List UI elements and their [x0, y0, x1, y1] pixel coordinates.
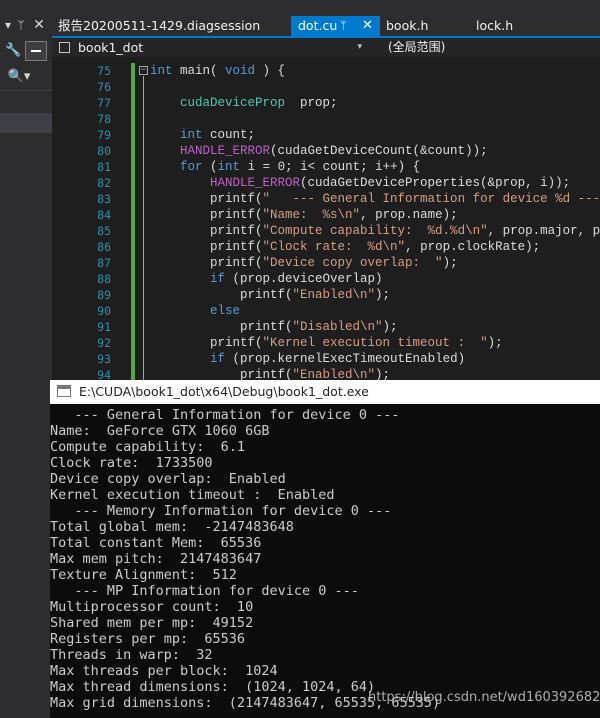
code-line[interactable]: else	[150, 303, 600, 319]
code-line[interactable]: cudaDeviceProp prop;	[150, 95, 600, 111]
line-number: 81	[97, 160, 111, 174]
line-number: 82	[97, 176, 111, 190]
line-number: 77	[97, 96, 111, 110]
code-line[interactable]: printf("Disabled\n");	[150, 319, 600, 335]
code-line[interactable]: HANDLE_ERROR(cudaGetDeviceProperties(&pr…	[150, 175, 600, 191]
console-titlebar[interactable]: E:\CUDA\book1_dot\x64\Debug\book1_dot.ex…	[50, 380, 600, 404]
line-number: 75	[97, 64, 111, 78]
tab-diagsession[interactable]: 报告20200511-1429.diagsession	[52, 16, 291, 36]
console-window[interactable]: E:\CUDA\book1_dot\x64\Debug\book1_dot.ex…	[50, 380, 600, 718]
code-line[interactable]: if (prop.deviceOverlap)	[150, 271, 600, 287]
line-number: 79	[97, 128, 111, 142]
solution-explorer-panel: ▾ ᛘ ✕ 🔧 🔍▾	[0, 0, 52, 380]
console-line: Clock rate: 1733500	[50, 455, 213, 471]
console-line: --- MP Information for device 0 ---	[50, 583, 359, 599]
line-number: 76	[97, 80, 111, 94]
code-line[interactable]	[150, 111, 600, 127]
code-line[interactable]: if (prop.kernelExecTimeoutEnabled)	[150, 351, 600, 367]
code-line[interactable]: printf("Compute capability: %d.%d\n", pr…	[150, 223, 600, 239]
line-number: 84	[97, 208, 111, 222]
line-number: 89	[97, 288, 111, 302]
code-editor[interactable]: 75 76 77 78 79 80 81 82 83 84 85 86 87 88 89 90 91 92 93 94…	[52, 57, 600, 380]
console-line: Max threads per block: 1024	[50, 663, 278, 679]
project-icon	[59, 42, 70, 53]
line-number: 83	[97, 192, 111, 206]
console-line: Device copy overlap: Enabled	[50, 471, 286, 487]
search-icon[interactable]: 🔍▾	[5, 69, 33, 85]
console-line: Multiprocessor count: 10	[50, 599, 254, 615]
code-text[interactable]: int main( void ) { cudaDeviceProp prop; …	[150, 63, 600, 380]
tab-close-icon[interactable]: ✕	[362, 16, 373, 35]
console-line: Name: GeForce GTX 1060 6GB	[50, 423, 270, 439]
outline-guide	[143, 76, 144, 380]
console-line: Total constant Mem: 65536	[50, 535, 262, 551]
line-number: 92	[97, 336, 111, 350]
watermark: https://blog.csdn.net/wd1603926823	[368, 690, 600, 705]
code-line[interactable]: for (int i = 0; i< count; i++) {	[150, 159, 600, 175]
console-line: Registers per mp: 65536	[50, 631, 246, 647]
code-line[interactable]: printf(" --- General Information for dev…	[150, 191, 600, 207]
line-number: 88	[97, 272, 111, 286]
navigation-bar: book1_dot ▾ (全局范围)	[52, 38, 600, 57]
console-line: Max mem pitch: 2147483647	[50, 551, 262, 567]
code-line[interactable]: HANDLE_ERROR(cudaGetDeviceCount(&count))…	[150, 143, 600, 159]
console-line: Texture Alignment: 512	[50, 567, 237, 583]
project-dropdown[interactable]: book1_dot ▾	[56, 39, 366, 56]
tab-label: dot.cu	[298, 18, 338, 33]
project-name: book1_dot	[78, 40, 144, 55]
console-line: Shared mem per mp: 49152	[50, 615, 254, 631]
line-number-gutter: 75 76 77 78 79 80 81 82 83 84 85 86 87 88 89 90 91 92 93 94	[52, 63, 114, 380]
console-line: --- General Information for device 0 ---	[50, 407, 400, 423]
code-line[interactable]: printf("Enabled\n");	[150, 367, 600, 380]
line-number: 80	[97, 144, 111, 158]
tab-pin-icon[interactable]: ᛘ	[340, 16, 347, 35]
close-icon[interactable]: ✕	[32, 17, 46, 33]
line-number: 85	[97, 224, 111, 238]
dropdown-icon[interactable]: ▾	[2, 17, 14, 33]
code-line[interactable]: printf("Kernel execution timeout : ");	[150, 335, 600, 351]
code-line[interactable]: printf("Clock rate: %d\n", prop.clockRat…	[150, 239, 600, 255]
code-line[interactable]: printf("Enabled\n");	[150, 287, 600, 303]
scope-dropdown[interactable]: (全局范围)	[382, 39, 600, 56]
divider	[0, 90, 52, 91]
code-line[interactable]: int main( void ) {	[150, 63, 600, 79]
code-line[interactable]: printf("Device copy overlap: ");	[150, 255, 600, 271]
console-line: --- Memory Information for device 0 ---	[50, 503, 392, 519]
line-number: 78	[97, 112, 111, 126]
code-line[interactable]	[150, 79, 600, 95]
chevron-down-icon: ▾	[357, 42, 362, 52]
pin-icon[interactable]: ᛘ	[15, 17, 27, 33]
scope-label: (全局范围)	[388, 40, 446, 54]
console-line: Compute capability: 6.1	[50, 439, 246, 455]
line-number: 94	[97, 368, 111, 380]
tab-book-h[interactable]: book.h	[380, 16, 470, 36]
line-number: 90	[97, 304, 111, 318]
console-line: Kernel execution timeout : Enabled	[50, 487, 335, 503]
line-number: 91	[97, 320, 111, 334]
collapse-toggle-icon[interactable]: −	[139, 66, 148, 75]
solution-explorer-icon[interactable]	[25, 41, 47, 61]
console-output: --- General Information for device 0 ---…	[50, 407, 600, 711]
line-number: 86	[97, 240, 111, 254]
console-line: Total global mem: -2147483648	[50, 519, 294, 535]
code-line[interactable]: printf("Name: %s\n", prop.name);	[150, 207, 600, 223]
line-number: 87	[97, 256, 111, 270]
vs-ide-window: ▾ ᛘ ✕ 🔧 🔍▾ 报告20200511-1429.diagsession d…	[0, 0, 600, 718]
line-number: 93	[97, 352, 111, 366]
tree-item-selected[interactable]	[0, 113, 52, 133]
wrench-icon[interactable]: 🔧	[5, 43, 21, 59]
document-tab-bar: 报告20200511-1429.diagsession dot.cu ᛘ ✕ b…	[52, 16, 600, 36]
code-line[interactable]: int count;	[150, 127, 600, 143]
console-app-icon	[57, 385, 71, 397]
change-tracking-bar	[131, 63, 135, 380]
tab-lock-h[interactable]: lock.h	[470, 16, 560, 36]
tab-dot-cu[interactable]: dot.cu ᛘ ✕	[291, 16, 380, 36]
console-title: E:\CUDA\book1_dot\x64\Debug\book1_dot.ex…	[79, 384, 369, 399]
console-line: Threads in warp: 32	[50, 647, 213, 663]
